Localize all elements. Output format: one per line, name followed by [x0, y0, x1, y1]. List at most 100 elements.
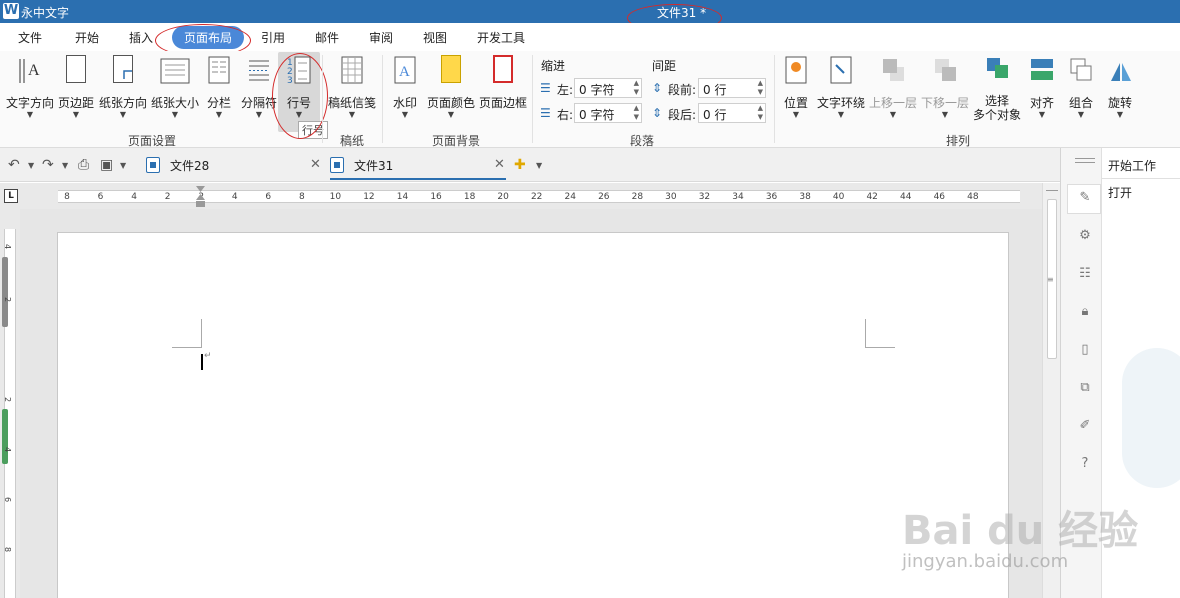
align-button[interactable]: 对齐 ▼: [1026, 55, 1058, 119]
copy-icon[interactable]: ⧉: [1076, 380, 1094, 398]
edit-icon[interactable]: ✐: [1076, 418, 1094, 436]
spinner-arrows-icon[interactable]: ▲ ▼: [634, 104, 639, 122]
doc-tab-file31[interactable]: 文件31 ✕: [330, 154, 506, 180]
app-name: 永中文字: [21, 6, 70, 20]
select-objects-icon: [984, 55, 1010, 85]
tab-insert[interactable]: 插入: [129, 29, 153, 46]
tab-view[interactable]: 视图: [423, 29, 447, 46]
save-icon[interactable]: ▣: [100, 157, 113, 173]
text-direction-label: 文字方向: [5, 96, 54, 110]
tab-file[interactable]: 文件: [18, 29, 42, 46]
illustration: [1122, 348, 1180, 488]
spacing-title: 间距: [652, 59, 677, 73]
group-label-page-background: 页面背景: [432, 134, 481, 148]
indent-marker-icon[interactable]: [196, 186, 205, 208]
indent-right-value: 0 字符: [579, 108, 615, 122]
tab-review[interactable]: 审阅: [369, 29, 393, 46]
columns-button[interactable]: 分栏 ▼: [204, 55, 234, 119]
ruler-tick-label: 14: [396, 192, 409, 202]
draft-paper-button[interactable]: 稿纸信笺 ▼: [326, 55, 378, 119]
tab-references[interactable]: 引用: [261, 29, 285, 46]
chevron-down-icon[interactable]: ▼: [120, 161, 126, 170]
text-wrap-button[interactable]: 文字环绕 ▼: [816, 55, 866, 119]
position-button[interactable]: 位置 ▼: [780, 55, 812, 119]
open-link[interactable]: 打开: [1108, 184, 1132, 201]
ruler-tick-label: 6: [265, 192, 272, 202]
indent-right-input[interactable]: 0 字符 ▲ ▼: [574, 103, 642, 123]
send-backward-button[interactable]: 下移一层 ▼: [920, 55, 970, 119]
tab-mailings[interactable]: 邮件: [315, 29, 339, 46]
margins-button[interactable]: 页边距 ▼: [57, 55, 95, 119]
redo-icon[interactable]: ↷: [42, 157, 54, 173]
document-workspace: ↵: [20, 209, 1042, 598]
print-preview-icon[interactable]: ⎙: [78, 157, 89, 173]
chevron-down-icon[interactable]: ▼: [536, 161, 542, 170]
new-doc-icon[interactable]: ✚: [514, 157, 526, 173]
page-border-button[interactable]: 页面边框: [478, 55, 528, 111]
group-label-page-setup: 页面设置: [128, 134, 177, 148]
rotate-button[interactable]: 旋转 ▼: [1102, 55, 1138, 119]
spinner-arrows-icon[interactable]: ▲ ▼: [758, 104, 763, 122]
close-icon[interactable]: ✕: [494, 157, 505, 172]
ruler-tick-label: 2: [3, 396, 13, 403]
indent-title: 缩进: [541, 59, 566, 73]
chevron-down-icon: ▼: [72, 110, 80, 119]
spacing-after-icon: ⇕: [652, 106, 663, 120]
scroll-up-button[interactable]: [1046, 183, 1058, 191]
tab-home[interactable]: 开始: [75, 29, 99, 46]
line-numbers-button[interactable]: 123 行号 ▼: [279, 55, 319, 119]
indent-left-icon: ☰: [540, 81, 551, 95]
spacing-before-input[interactable]: 0 行 ▲ ▼: [698, 78, 766, 98]
menu-bar: 文件 开始 插入 页面布局 引用 邮件 审阅 视图 开发工具: [0, 23, 1180, 51]
tab-developer[interactable]: 开发工具: [477, 29, 525, 46]
svg-text:A: A: [399, 64, 410, 80]
watermark-button[interactable]: A 水印 ▼: [388, 55, 422, 119]
tab-page-layout[interactable]: 页面布局: [172, 26, 245, 49]
paper-size-button[interactable]: 纸张大小 ▼: [150, 55, 200, 119]
menu-icon[interactable]: [1075, 158, 1095, 163]
orientation-button[interactable]: 纸张方向 ▼: [98, 55, 148, 119]
indent-left-input[interactable]: 0 字符 ▲ ▼: [574, 78, 642, 98]
indent-right-label: 右:: [557, 108, 574, 122]
chevron-down-icon[interactable]: ▼: [62, 161, 68, 170]
draft-paper-icon: [339, 55, 365, 85]
rotate-label: 旋转: [1107, 96, 1132, 110]
group-icon: [1068, 55, 1094, 85]
doc-tab-file28[interactable]: 文件28 ✕: [146, 154, 322, 180]
text-direction-icon: A: [17, 55, 43, 85]
doc-tab-label: 文件28: [170, 159, 210, 173]
indent-right-icon: ☰: [540, 106, 551, 120]
chevron-down-icon: ▼: [26, 110, 34, 119]
group-button[interactable]: 组合 ▼: [1064, 55, 1098, 119]
spinner-arrows-icon[interactable]: ▲ ▼: [758, 79, 763, 97]
breaks-button[interactable]: 分隔符 ▼: [238, 55, 280, 119]
close-icon[interactable]: ✕: [310, 157, 321, 172]
chevron-down-icon[interactable]: ▼: [28, 161, 34, 170]
undo-icon[interactable]: ↶: [8, 157, 20, 173]
clipboard-icon[interactable]: ▯: [1076, 342, 1094, 360]
panel-title: 开始工作: [1108, 159, 1157, 173]
ruler-tick-label: 8: [298, 192, 305, 202]
bring-forward-button[interactable]: 上移一层 ▼: [868, 55, 918, 119]
pen-icon[interactable]: ✎: [1076, 190, 1094, 208]
spacing-before-label: 段前:: [668, 83, 697, 97]
spacing-after-input[interactable]: 0 行 ▲ ▼: [698, 103, 766, 123]
help-icon[interactable]: ?: [1076, 456, 1094, 474]
ruler-tick-label: 2: [3, 296, 13, 303]
page-color-button[interactable]: 页面颜色 ▼: [426, 55, 476, 119]
text-direction-button[interactable]: A 文字方向 ▼: [5, 55, 55, 119]
draft-paper-label: 稿纸信笺: [327, 96, 376, 110]
spinner-arrows-icon[interactable]: ▲ ▼: [634, 79, 639, 97]
grip-icon: ≡: [1047, 275, 1054, 284]
ruler-tick-label: 8: [64, 192, 70, 202]
tab-stop-selector[interactable]: L: [4, 189, 18, 203]
chevron-down-icon: ▼: [295, 110, 303, 119]
select-objects-button[interactable]: 选择 多个对象: [972, 55, 1022, 122]
group-label-paragraph: 段落: [630, 134, 655, 148]
lock-icon[interactable]: 🔒︎: [1076, 304, 1094, 322]
layers-icon[interactable]: ☷: [1076, 266, 1094, 284]
document-page[interactable]: ↵: [57, 232, 1009, 598]
settings-icon[interactable]: ⚙: [1076, 228, 1094, 246]
svg-text:A: A: [28, 62, 40, 79]
breaks-label: 分隔符: [240, 96, 277, 110]
